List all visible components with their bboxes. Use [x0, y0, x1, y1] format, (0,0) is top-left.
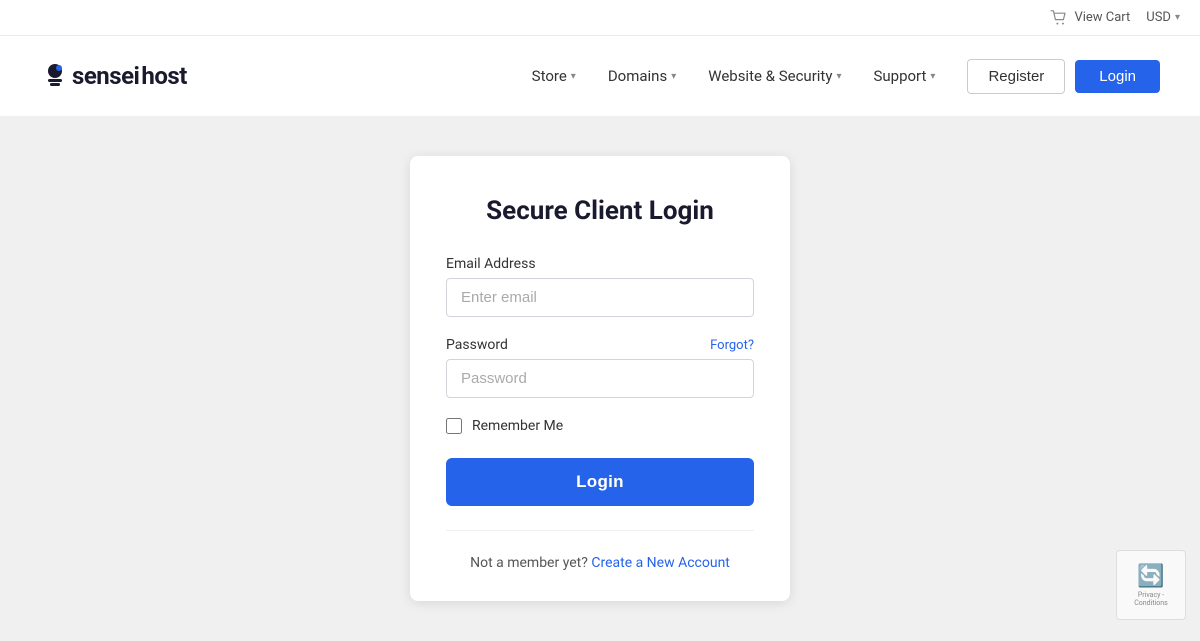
recaptcha-text: Privacy - Conditions [1121, 591, 1181, 607]
remember-me-checkbox[interactable] [446, 418, 462, 434]
login-title: Secure Client Login [446, 196, 754, 226]
navbar: senseihost Store ▾ Domains ▾ Website & S… [0, 36, 1200, 116]
login-submit-button[interactable]: Login [446, 458, 754, 506]
currency-selector[interactable]: USD ▾ [1146, 10, 1180, 25]
remember-me-label: Remember Me [472, 418, 563, 434]
password-label-row: Password Forgot? [446, 337, 754, 353]
recaptcha-widget: 🔄 Privacy - Conditions [1116, 550, 1186, 620]
nav-website-security-label: Website & Security [708, 67, 832, 85]
nav-store-label: Store [532, 67, 567, 85]
nav-item-website-security[interactable]: Website & Security ▾ [696, 59, 853, 93]
email-label: Email Address [446, 256, 754, 272]
nav-domains-label: Domains [608, 67, 667, 85]
cart-icon [1050, 10, 1068, 26]
password-label: Password [446, 337, 508, 353]
login-nav-button[interactable]: Login [1075, 60, 1160, 93]
footer-text: Not a member yet? [470, 555, 588, 571]
currency-label: USD [1146, 10, 1171, 25]
password-input[interactable] [446, 359, 754, 398]
main-content: Secure Client Login Email Address Passwo… [0, 116, 1200, 641]
recaptcha-logo-icon: 🔄 [1137, 564, 1164, 589]
nav-links: Store ▾ Domains ▾ Website & Security ▾ S… [520, 59, 948, 93]
register-button[interactable]: Register [967, 59, 1065, 94]
email-form-group: Email Address [446, 256, 754, 317]
card-footer: Not a member yet? Create a New Account [446, 530, 754, 571]
create-account-link[interactable]: Create a New Account [591, 555, 730, 571]
nav-item-domains[interactable]: Domains ▾ [596, 59, 688, 93]
nav-item-store[interactable]: Store ▾ [520, 59, 588, 93]
view-cart-label: View Cart [1074, 10, 1130, 25]
logo-text-2: host [141, 62, 186, 90]
logo-icon [40, 61, 70, 91]
email-input[interactable] [446, 278, 754, 317]
logo[interactable]: senseihost [40, 61, 187, 91]
logo-text-1: sensei [72, 62, 139, 90]
nav-support-label: Support [873, 67, 926, 85]
nav-domains-chevron-icon: ▾ [671, 71, 676, 82]
view-cart-link[interactable]: View Cart [1050, 10, 1130, 26]
nav-actions: Register Login [967, 59, 1160, 94]
nav-item-support[interactable]: Support ▾ [861, 59, 947, 93]
topbar: View Cart USD ▾ [0, 0, 1200, 36]
topbar-right: View Cart USD ▾ [1050, 10, 1180, 26]
login-card: Secure Client Login Email Address Passwo… [410, 156, 790, 601]
currency-chevron-icon: ▾ [1175, 12, 1180, 23]
password-form-group: Password Forgot? [446, 337, 754, 398]
forgot-password-link[interactable]: Forgot? [710, 338, 754, 353]
nav-support-chevron-icon: ▾ [930, 71, 935, 82]
remember-me-row: Remember Me [446, 418, 754, 434]
nav-website-security-chevron-icon: ▾ [836, 71, 841, 82]
nav-store-chevron-icon: ▾ [571, 71, 576, 82]
